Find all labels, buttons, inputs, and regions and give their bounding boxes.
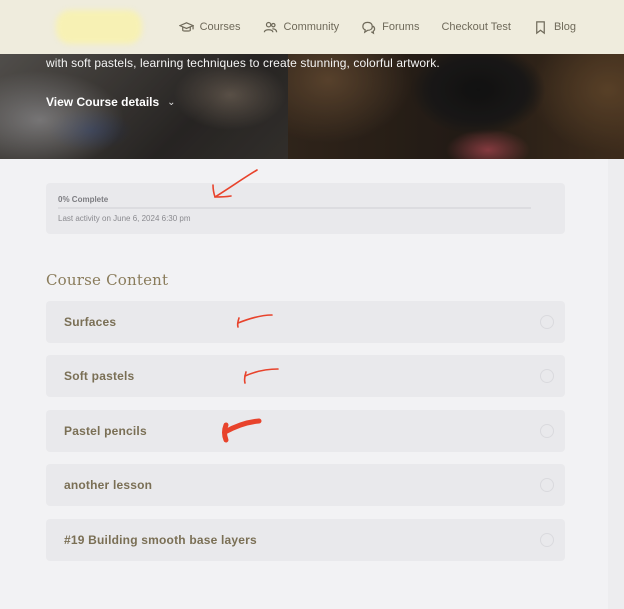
course-content-heading: Course Content — [46, 271, 169, 289]
site-logo[interactable] — [56, 10, 142, 44]
course-progress-card: 0% Complete Last activity on June 6, 202… — [46, 183, 565, 234]
lesson-item[interactable]: Soft pastels — [46, 355, 565, 397]
lesson-item[interactable]: Surfaces — [46, 301, 565, 343]
view-course-details-label: View Course details — [46, 95, 160, 109]
nav-item-community[interactable]: Community — [263, 20, 340, 35]
nav-item-checkout-test[interactable]: Checkout Test — [441, 21, 511, 33]
nav-item-label: Courses — [199, 21, 241, 33]
nav-item-label: Blog — [553, 21, 576, 33]
progress-bar — [58, 207, 531, 209]
last-activity-text: Last activity on June 6, 2024 6:30 pm — [58, 214, 191, 223]
lesson-status-circle-icon — [540, 478, 554, 492]
lesson-item[interactable]: another lesson — [46, 464, 565, 506]
chat-bubbles-icon — [362, 21, 376, 34]
lesson-status-circle-icon — [540, 533, 554, 547]
graduation-cap-icon — [178, 21, 194, 32]
nav-item-forums[interactable]: Forums — [361, 20, 419, 35]
course-description: with soft pastels, learning techniques t… — [46, 56, 440, 70]
view-course-details-button[interactable]: View Course details ⌄ — [46, 95, 176, 109]
nav-item-label: Forums — [382, 21, 420, 33]
lesson-title: Surfaces — [64, 315, 117, 329]
people-icon — [263, 21, 277, 32]
main-nav: Courses Community Forums Checkout Test B… — [178, 0, 576, 54]
site-header: Courses Community Forums Checkout Test B… — [0, 0, 624, 54]
lesson-status-circle-icon — [540, 315, 554, 329]
lesson-title: Soft pastels — [64, 369, 135, 383]
lesson-title: #19 Building smooth base layers — [64, 533, 257, 547]
progress-percent-label: 0% Complete — [58, 195, 109, 204]
page-right-gutter — [608, 159, 624, 609]
bookmark-icon — [536, 20, 545, 34]
nav-item-label: Checkout Test — [441, 21, 511, 33]
chevron-down-icon: ⌄ — [167, 96, 176, 108]
nav-item-blog[interactable]: Blog — [533, 20, 576, 35]
lesson-item[interactable]: Pastel pencils — [46, 410, 565, 452]
lesson-title: another lesson — [64, 478, 153, 492]
nav-item-label: Community — [283, 21, 340, 33]
lesson-status-circle-icon — [540, 369, 554, 383]
lesson-item[interactable]: #19 Building smooth base layers — [46, 519, 565, 561]
lesson-status-circle-icon — [540, 424, 554, 438]
lesson-title: Pastel pencils — [64, 424, 147, 438]
nav-item-courses[interactable]: Courses — [178, 20, 241, 35]
